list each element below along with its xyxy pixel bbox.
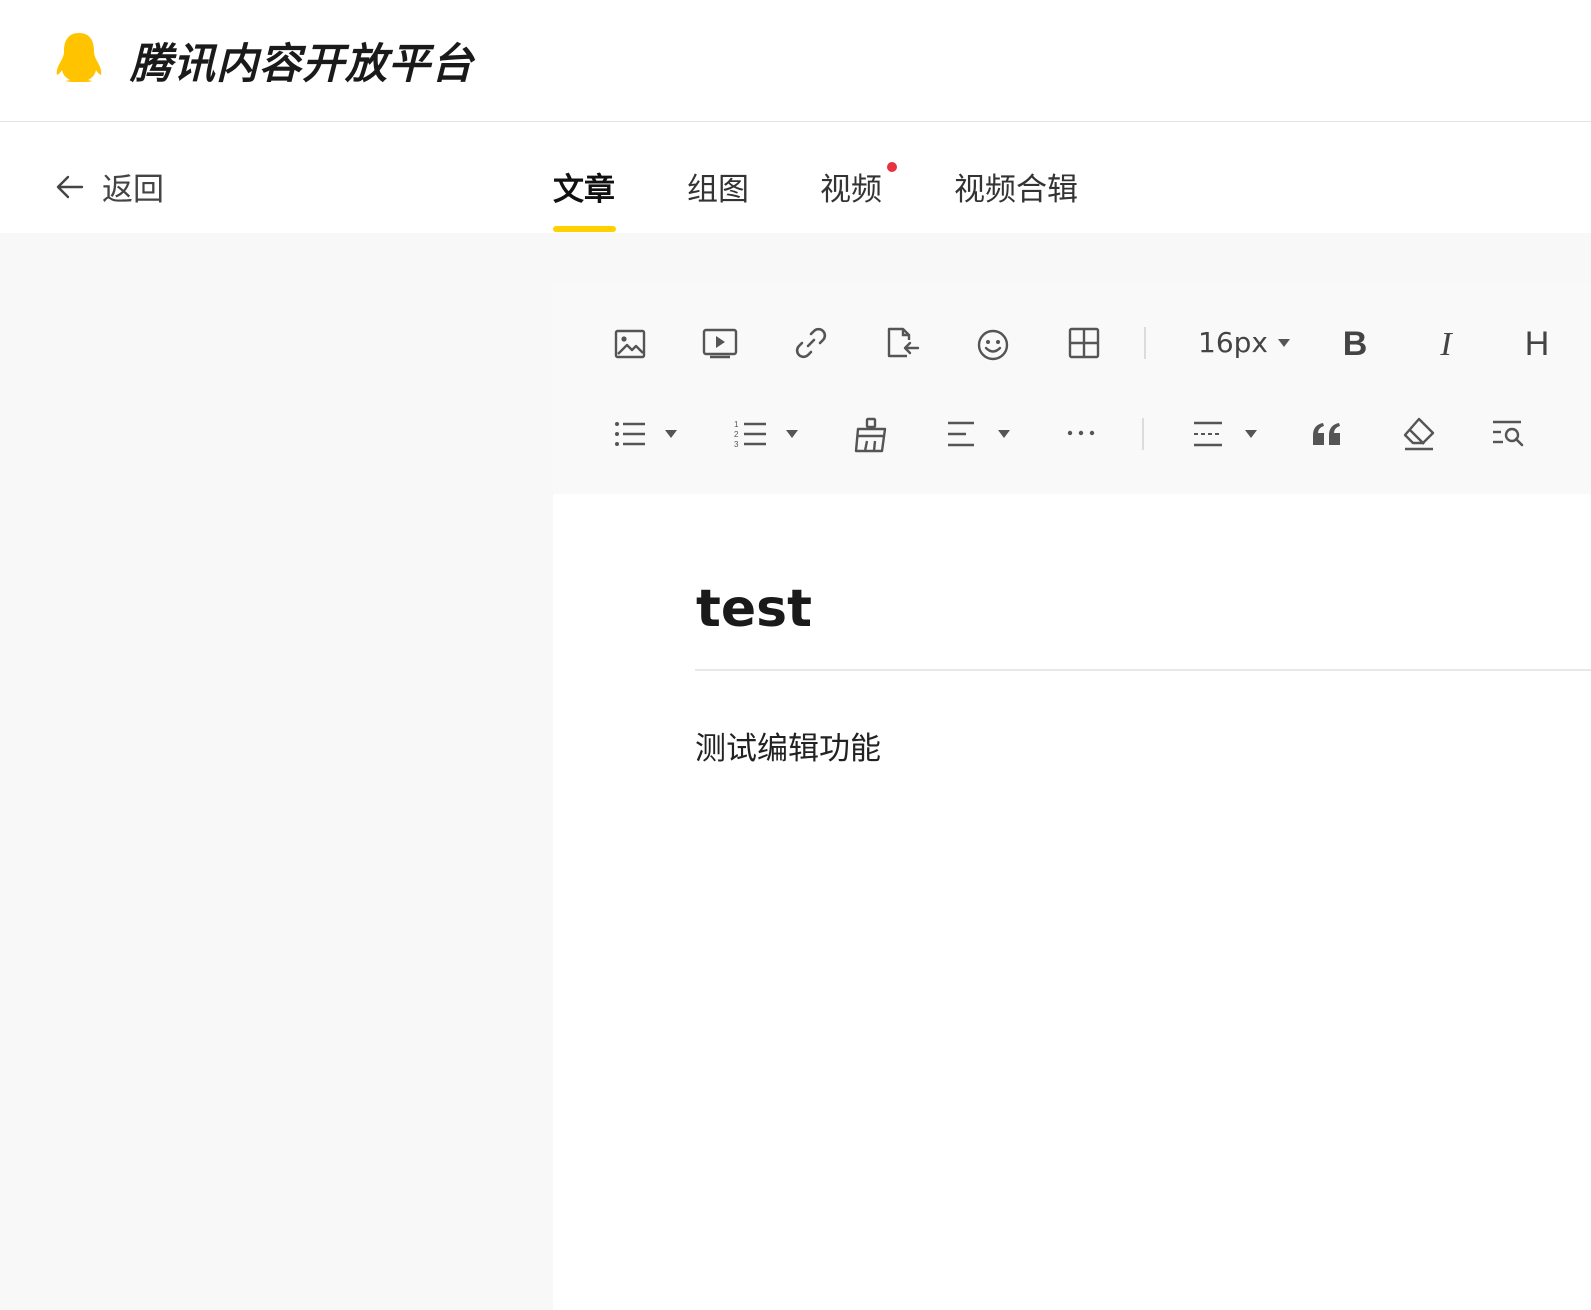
article-body[interactable]: 测试编辑功能 — [695, 723, 881, 768]
format-painter-button[interactable] — [853, 417, 889, 453]
blockquote-button[interactable] — [1311, 421, 1343, 447]
divider-icon — [1194, 421, 1222, 447]
clear-format-button[interactable] — [1402, 416, 1436, 452]
editor-toolbar: 16px B I H 1 2 3 — [553, 283, 1591, 494]
article-title[interactable]: test — [696, 579, 812, 639]
caret-down-icon — [998, 430, 1010, 438]
heading-icon: H — [1525, 325, 1550, 363]
insert-table-button[interactable] — [1067, 326, 1101, 360]
penguin-icon[interactable] — [54, 31, 104, 83]
tab-video[interactable]: 视频 — [820, 164, 882, 209]
bullet-list-button[interactable] — [613, 419, 677, 449]
insert-image-button[interactable] — [613, 327, 647, 361]
active-tab-indicator — [553, 226, 616, 232]
image-icon — [614, 329, 646, 359]
tab-video-collection[interactable]: 视频合辑 — [954, 164, 1078, 209]
emoji-icon — [977, 329, 1009, 361]
toolbar-separator — [1142, 418, 1144, 450]
font-size-value: 16px — [1198, 326, 1268, 359]
tab-gallery[interactable]: 组图 — [687, 164, 749, 209]
ordered-list-icon: 1 2 3 — [734, 420, 766, 449]
table-icon — [1068, 327, 1100, 359]
svg-text:I: I — [1439, 326, 1453, 363]
caret-down-icon — [1277, 338, 1290, 347]
more-button[interactable] — [1067, 428, 1095, 438]
insert-emoji-button[interactable] — [976, 328, 1010, 362]
more-icon — [1067, 430, 1095, 436]
font-size-select[interactable]: 16px — [1198, 326, 1290, 359]
caret-down-icon — [786, 430, 798, 438]
find-replace-button[interactable] — [1491, 418, 1525, 450]
svg-text:3: 3 — [734, 440, 739, 449]
bold-icon: B — [1343, 325, 1368, 363]
toolbar-separator — [1144, 327, 1146, 359]
caret-down-icon — [1245, 430, 1257, 438]
import-file-icon — [887, 327, 920, 358]
brand-title: 腾讯内容开放平台 — [130, 39, 475, 88]
ordered-list-button[interactable]: 1 2 3 — [734, 419, 798, 449]
caret-down-icon — [665, 430, 677, 438]
align-button[interactable] — [946, 419, 1010, 449]
tab-article[interactable]: 文章 — [553, 164, 615, 209]
heading-button[interactable]: H — [1520, 323, 1554, 363]
bullet-list-icon — [615, 422, 645, 446]
link-icon — [795, 327, 827, 359]
import-document-button[interactable] — [885, 326, 921, 360]
arrow-left-icon — [56, 175, 84, 198]
nav-bar: 返回 文章 组图 视频 视频合辑 — [0, 122, 1591, 233]
title-divider — [695, 669, 1591, 671]
top-header: 腾讯内容开放平台 — [0, 0, 1591, 122]
editor-panel: 16px B I H 1 2 3 test 测试编辑功能 — [553, 283, 1591, 1310]
find-replace-icon — [1493, 420, 1524, 447]
svg-text:B: B — [1343, 325, 1368, 363]
bold-button[interactable]: B — [1340, 323, 1370, 363]
quote-icon — [1313, 423, 1340, 445]
italic-button[interactable]: I — [1431, 323, 1461, 363]
insert-link-button[interactable] — [794, 326, 828, 360]
svg-text:1: 1 — [734, 420, 739, 429]
format-painter-icon — [854, 417, 887, 453]
insert-video-button[interactable] — [702, 326, 738, 360]
svg-text:2: 2 — [734, 430, 739, 439]
divider-button[interactable] — [1193, 419, 1257, 449]
back-button[interactable]: 返回 — [54, 164, 164, 209]
eraser-icon — [1403, 417, 1435, 451]
svg-text:H: H — [1525, 325, 1550, 363]
video-icon — [702, 328, 738, 359]
notification-dot — [887, 162, 897, 172]
italic-icon: I — [1439, 326, 1453, 363]
back-label: 返回 — [102, 172, 164, 208]
align-icon — [948, 421, 974, 447]
